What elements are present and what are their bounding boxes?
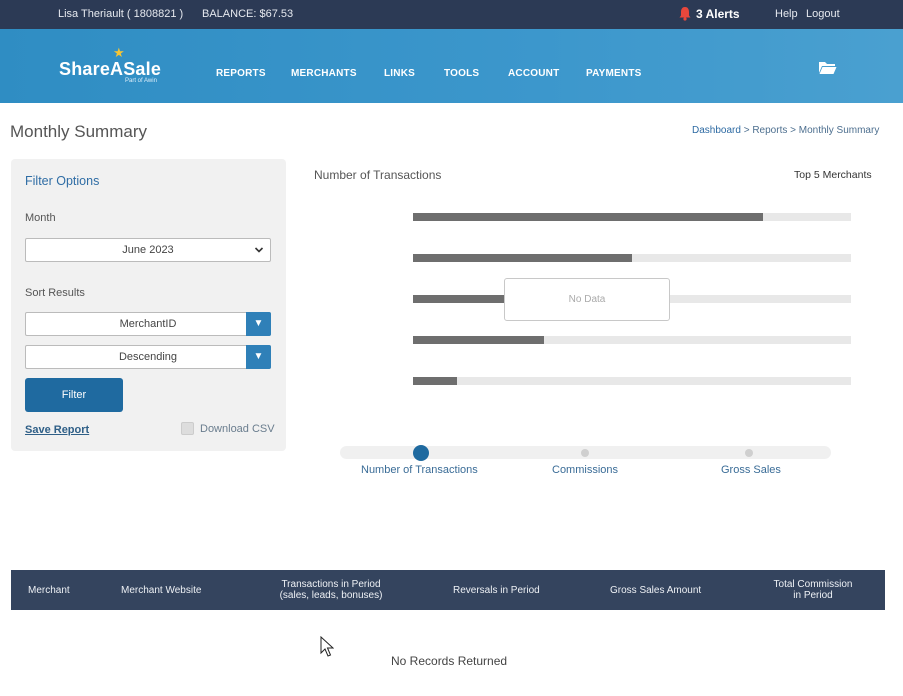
mouse-cursor-icon	[320, 636, 334, 657]
chevron-down-icon	[254, 239, 264, 270]
nav-account[interactable]: ACCOUNT	[508, 68, 559, 79]
alerts-label: 3 Alerts	[696, 6, 740, 21]
account-balance: BALANCE: $67.53	[202, 8, 294, 20]
bar-fill	[413, 377, 457, 385]
col-total-commission-line1: Total Commission	[773, 579, 853, 590]
nav-payments[interactable]: PAYMENTS	[586, 68, 642, 79]
breadcrumb-separator: >	[787, 125, 799, 136]
bar-fill	[413, 295, 505, 303]
metric-label-gross-sales[interactable]: Gross Sales	[721, 464, 781, 476]
breadcrumb-reports[interactable]: Reports	[752, 125, 787, 136]
chevron-down-icon[interactable]: ▼	[246, 312, 271, 336]
logo-subtitle: Part of Awin	[125, 78, 157, 84]
chart-title: Number of Transactions	[314, 168, 442, 182]
col-transactions-line2: (sales, leads, bonuses)	[279, 590, 383, 601]
col-total-commission-line2: in Period	[793, 590, 833, 601]
filter-panel-title: Filter Options	[25, 174, 100, 188]
download-csv-checkbox[interactable]	[181, 422, 194, 435]
col-total-commission[interactable]: Total Commission in Period	[769, 579, 857, 601]
metric-label-transactions[interactable]: Number of Transactions	[361, 464, 478, 476]
nav-tools[interactable]: TOOLS	[444, 68, 479, 79]
download-csv-option[interactable]: Download CSV	[181, 422, 275, 435]
page-title: Monthly Summary	[10, 122, 147, 141]
bar-track	[413, 213, 851, 221]
top-bar: Lisa Theriault ( 1808821 ) BALANCE: $67.…	[0, 0, 903, 29]
month-select[interactable]: June 2023	[25, 238, 271, 262]
col-merchant-website[interactable]: Merchant Website	[121, 585, 201, 596]
save-report-link[interactable]: Save Report	[25, 424, 89, 436]
breadcrumb-separator: >	[740, 125, 753, 136]
metric-dot-commissions[interactable]	[581, 448, 589, 457]
sort-field-value: MerchantID	[119, 318, 177, 330]
col-transactions-line1: Transactions in Period	[281, 579, 381, 590]
filter-button[interactable]: Filter	[25, 378, 123, 412]
month-select-value: June 2023	[122, 244, 174, 256]
breadcrumb-current: Monthly Summary	[798, 125, 880, 136]
breadcrumb: Dashboard > Reports > Monthly Summary	[692, 125, 879, 136]
main-header: ★ ShareASale Part of Awin REPORTS MERCHA…	[0, 29, 903, 103]
sort-field-select[interactable]: MerchantID ▼	[25, 312, 271, 336]
col-gross-sales[interactable]: Gross Sales Amount	[610, 585, 701, 596]
logo[interactable]: ShareASale	[59, 59, 161, 80]
metric-dot-gross-sales[interactable]	[745, 448, 753, 457]
nav-merchants[interactable]: MERCHANTS	[291, 68, 357, 79]
logout-link[interactable]: Logout	[806, 8, 840, 20]
breadcrumb-dashboard[interactable]: Dashboard	[692, 125, 741, 136]
month-label: Month	[25, 212, 56, 224]
bar-track	[413, 377, 851, 385]
bar-fill	[413, 213, 763, 221]
filter-panel: Filter Options Month June 2023 Sort Resu…	[11, 159, 286, 451]
col-transactions[interactable]: Transactions in Period (sales, leads, bo…	[276, 579, 386, 601]
download-csv-label: Download CSV	[200, 422, 275, 435]
folder-icon[interactable]	[818, 60, 837, 75]
sort-order-value: Descending	[118, 351, 178, 363]
col-merchant[interactable]: Merchant	[28, 585, 70, 596]
help-link[interactable]: Help	[775, 8, 798, 20]
bar-fill	[413, 336, 544, 344]
sort-order-select[interactable]: Descending ▼	[25, 345, 271, 369]
user-name: Lisa Theriault ( 1808821 )	[58, 8, 184, 20]
metric-dot-transactions[interactable]	[413, 444, 429, 461]
bar-track	[413, 254, 851, 262]
sort-results-label: Sort Results	[25, 287, 85, 299]
bell-icon	[679, 7, 691, 21]
bar-fill	[413, 254, 632, 262]
nav-reports[interactable]: REPORTS	[216, 68, 266, 79]
metric-slider[interactable]	[340, 444, 831, 461]
empty-table-message: No Records Returned	[391, 654, 508, 668]
bar-track	[413, 336, 851, 344]
alerts-button[interactable]: 3 Alerts	[678, 6, 740, 21]
nav-links[interactable]: LINKS	[384, 68, 415, 79]
top-merchants-label: Top 5 Merchants	[794, 169, 872, 181]
chevron-down-icon[interactable]: ▼	[246, 345, 271, 369]
no-data-message: No Data	[504, 278, 670, 321]
metric-label-commissions[interactable]: Commissions	[552, 464, 618, 476]
col-reversals[interactable]: Reversals in Period	[453, 585, 540, 596]
table-header: Merchant Merchant Website Transactions i…	[11, 570, 885, 610]
